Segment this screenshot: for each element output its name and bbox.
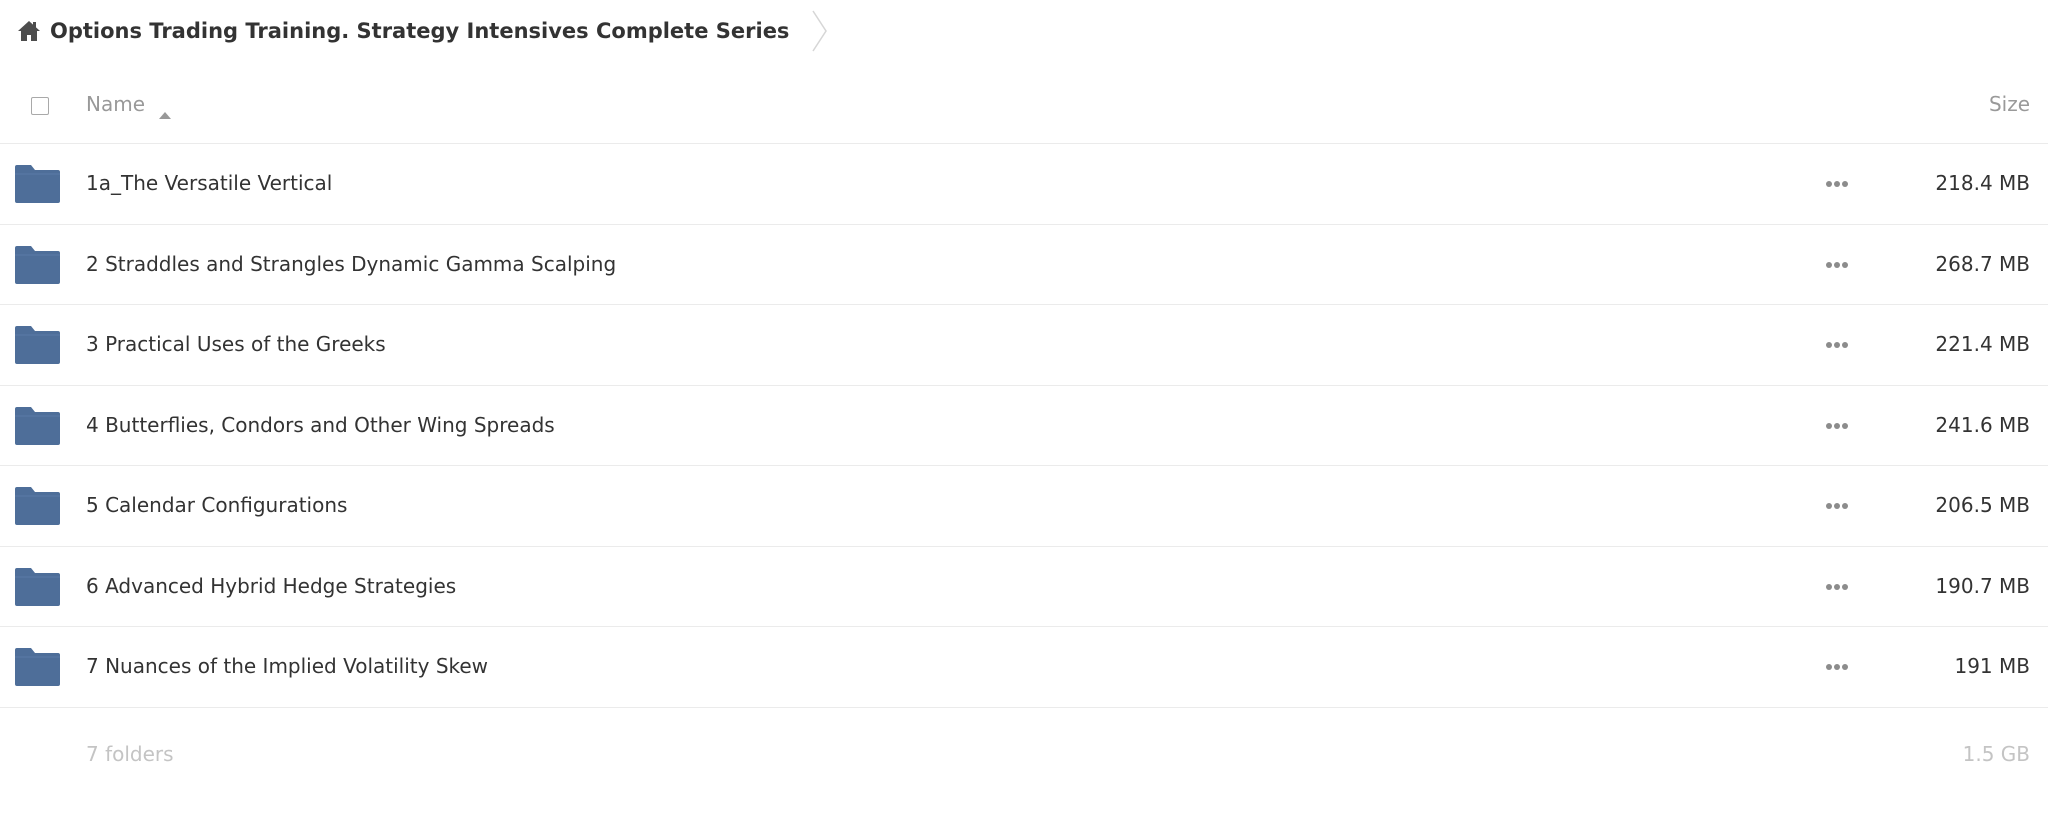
select-all-checkbox[interactable] <box>31 97 49 115</box>
folder-icon <box>15 648 60 686</box>
more-actions-icon[interactable] <box>1822 333 1852 357</box>
table-row[interactable]: 3 Practical Uses of the Greeks 221.4 MB <box>0 305 2048 386</box>
more-actions-icon[interactable] <box>1822 414 1852 438</box>
folder-icon <box>15 406 60 445</box>
folder-size: 206.5 MB <box>1935 493 2030 517</box>
folder-count: 7 folders <box>86 742 174 766</box>
list-header: Name Size <box>0 74 2048 144</box>
breadcrumb-current-folder[interactable]: Options Trading Training. Strategy Inten… <box>50 19 789 43</box>
total-size: 1.5 GB <box>1962 742 2030 766</box>
more-actions-icon[interactable] <box>1822 655 1852 679</box>
column-header-name[interactable]: Name <box>86 92 172 119</box>
folder-name[interactable]: 2 Straddles and Strangles Dynamic Gamma … <box>86 252 616 276</box>
folder-name[interactable]: 4 Butterflies, Condors and Other Wing Sp… <box>86 413 555 437</box>
folder-size: 241.6 MB <box>1935 412 2030 437</box>
more-actions-icon[interactable] <box>1822 253 1852 277</box>
breadcrumb-separator-icon <box>811 9 829 53</box>
folder-name[interactable]: 6 Advanced Hybrid Hedge Strategies <box>86 574 456 598</box>
table-row[interactable]: 7 Nuances of the Implied Volatility Skew… <box>0 627 2048 708</box>
home-icon[interactable] <box>16 18 42 44</box>
table-row[interactable]: 2 Straddles and Strangles Dynamic Gamma … <box>0 225 2048 305</box>
more-actions-icon[interactable] <box>1822 575 1852 599</box>
more-actions-icon[interactable] <box>1822 494 1852 518</box>
folder-size: 268.7 MB <box>1935 251 2030 276</box>
folder-name[interactable]: 7 Nuances of the Implied Volatility Skew <box>86 654 488 678</box>
folder-icon <box>15 245 60 284</box>
folder-icon <box>15 326 60 364</box>
folder-name[interactable]: 3 Practical Uses of the Greeks <box>86 332 386 356</box>
table-row[interactable]: 1a_The Versatile Vertical 218.4 MB <box>0 144 2048 225</box>
folder-icon <box>15 165 60 203</box>
folder-name[interactable]: 5 Calendar Configurations <box>86 493 347 517</box>
folder-icon <box>15 487 60 525</box>
folder-icon <box>15 567 60 606</box>
folder-size: 218.4 MB <box>1935 171 2030 195</box>
column-header-size[interactable]: Size <box>1989 92 2030 116</box>
breadcrumb: Options Trading Training. Strategy Inten… <box>0 0 829 62</box>
table-row[interactable]: 6 Advanced Hybrid Hedge Strategies 190.7… <box>0 547 2048 627</box>
column-header-name-label: Name <box>86 92 146 116</box>
folder-name[interactable]: 1a_The Versatile Vertical <box>86 171 332 195</box>
list-summary: 7 folders 1.5 GB <box>0 742 2048 772</box>
table-row[interactable]: 5 Calendar Configurations 206.5 MB <box>0 466 2048 547</box>
folder-size: 190.7 MB <box>1935 573 2030 598</box>
more-actions-icon[interactable] <box>1822 172 1852 196</box>
folder-size: 191 MB <box>1954 654 2030 678</box>
table-row[interactable]: 4 Butterflies, Condors and Other Wing Sp… <box>0 386 2048 466</box>
folder-size: 221.4 MB <box>1935 332 2030 356</box>
file-browser: Options Trading Training. Strategy Inten… <box>0 0 2048 827</box>
sort-ascending-icon <box>159 100 172 119</box>
folder-list: 1a_The Versatile Vertical 218.4 MB 2 Str… <box>0 144 2048 708</box>
